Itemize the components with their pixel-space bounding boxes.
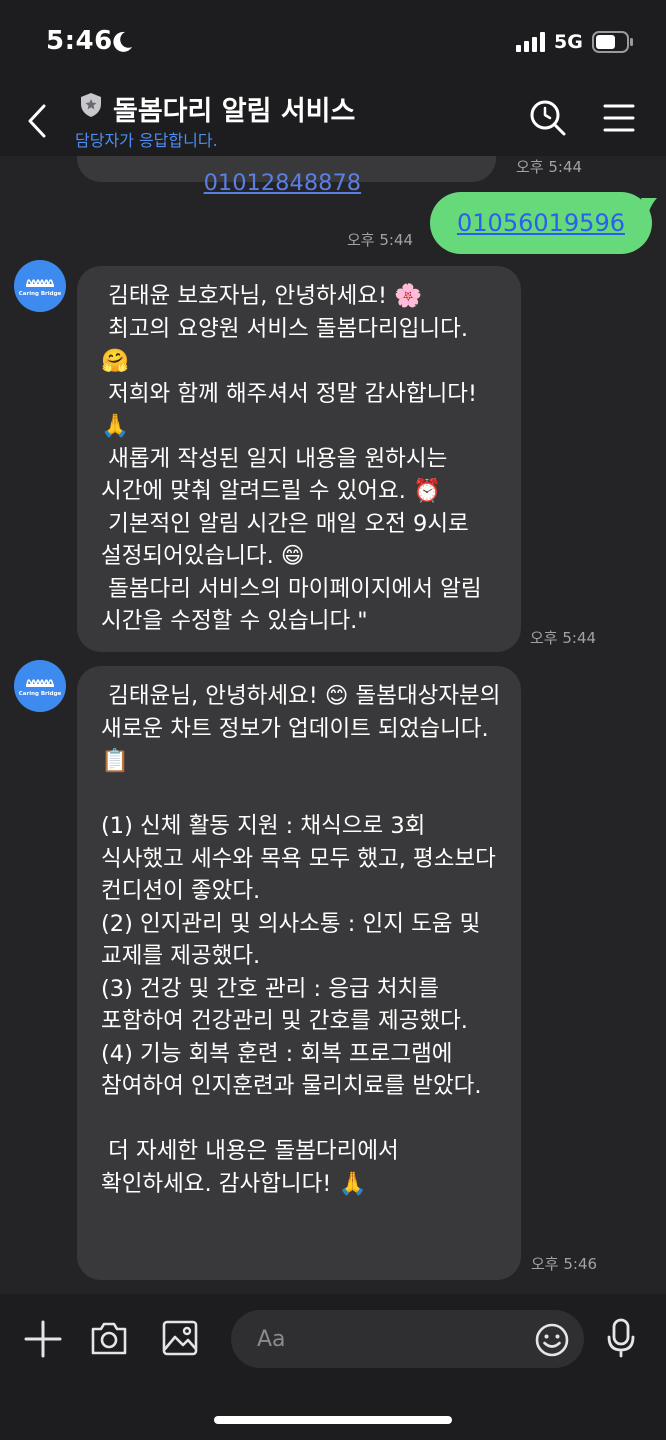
back-icon[interactable] <box>22 102 54 140</box>
status-bar: 5:46 5G <box>0 0 666 84</box>
sent-message-time: 오후 5:44 <box>347 231 414 249</box>
chat-area[interactable]: 01012848878 오후 5:44 01056019596 오후 5:44 … <box>0 156 666 1294</box>
camera-icon[interactable] <box>90 1320 128 1356</box>
search-icon[interactable] <box>528 98 568 138</box>
plus-icon[interactable] <box>24 1320 62 1358</box>
mic-icon[interactable] <box>606 1318 636 1358</box>
chat-subtitle: 담당자가 응답합니다. <box>75 131 218 150</box>
gallery-icon[interactable] <box>162 1320 198 1356</box>
avatar[interactable]: Caring Bridge <box>14 260 66 312</box>
received-message-time: 오후 5:44 <box>530 629 597 647</box>
caring-bridge-logo-icon <box>26 279 54 287</box>
emoji-icon[interactable] <box>534 1322 570 1358</box>
network-label: 5G <box>554 31 583 53</box>
previous-message-link[interactable]: 01012848878 <box>204 170 361 196</box>
chat-title: 돌봄다리 알림 서비스 <box>113 96 356 127</box>
previous-message-bubble: 01012848878 <box>77 156 496 196</box>
received-message-time: 오후 5:46 <box>531 1255 598 1273</box>
signal-icon <box>516 32 545 52</box>
received-message-bubble: 김태윤님, 안녕하세요! 😊 돌봄대상자분의 새로운 차트 정보가 업데이트 되… <box>77 666 521 1280</box>
status-time: 5:46 <box>46 26 113 56</box>
message-input-bar <box>0 1294 666 1440</box>
battery-icon <box>592 31 633 53</box>
avatar-caption: Caring Bridge <box>18 691 62 697</box>
menu-icon[interactable] <box>602 102 636 134</box>
shield-icon <box>81 93 101 117</box>
message-input[interactable] <box>231 1310 584 1368</box>
received-message-bubble: 김태윤 보호자님, 안녕하세요! 🌸 최고의 요양원 서비스 돌봄다리입니다. … <box>77 266 521 652</box>
sent-message-link[interactable]: 01056019596 <box>457 209 625 237</box>
avatar-caption: Caring Bridge <box>18 291 62 297</box>
chat-header: 돌봄다리 알림 서비스 담당자가 응답합니다. <box>0 84 666 156</box>
sent-message-bubble: 01056019596 <box>430 192 652 254</box>
moon-icon <box>113 31 132 52</box>
avatar[interactable]: Caring Bridge <box>14 660 66 712</box>
caring-bridge-logo-icon <box>26 679 54 687</box>
home-indicator[interactable] <box>214 1416 452 1424</box>
previous-message-time: 오후 5:44 <box>516 158 583 176</box>
